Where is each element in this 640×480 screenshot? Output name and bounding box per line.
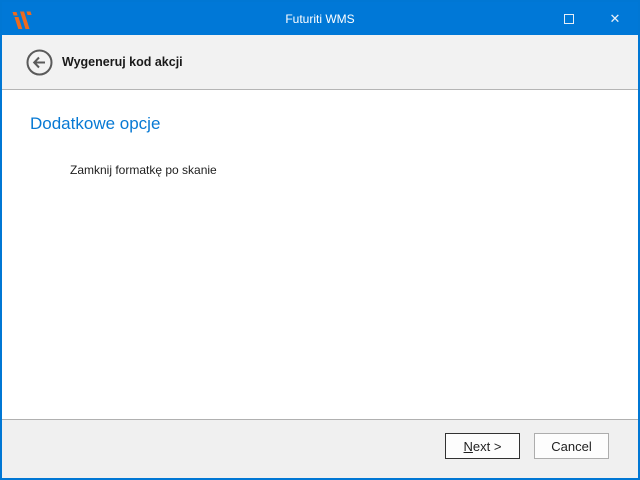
cancel-button[interactable]: Cancel — [534, 433, 609, 459]
footer-bar: Next > Cancel — [2, 419, 638, 478]
option-label: Zamknij formatkę po skanie — [70, 163, 217, 177]
titlebar: Futuriti WMS ✕ — [2, 2, 638, 35]
content-area: Dodatkowe opcje Zamknij formatkę po skan… — [2, 90, 638, 419]
page-heading: Dodatkowe opcje — [30, 114, 610, 134]
wizard-step-title: Wygeneruj kod akcji — [62, 55, 183, 69]
back-arrow-icon — [26, 49, 53, 76]
window-title: Futuriti WMS — [2, 12, 638, 26]
option-zamknij-formatke[interactable]: Zamknij formatkę po skanie — [70, 163, 610, 177]
wizard-header: Wygeneruj kod akcji — [2, 35, 638, 90]
maximize-button[interactable] — [546, 2, 592, 35]
close-icon: ✕ — [610, 12, 621, 25]
next-button[interactable]: Next > — [445, 433, 520, 459]
maximize-icon — [564, 14, 574, 24]
back-button[interactable] — [25, 48, 53, 76]
wizard-window: Futuriti WMS ✕ Wygeneruj kod akcji Dodat… — [0, 0, 640, 480]
close-button[interactable]: ✕ — [592, 2, 638, 35]
window-controls: ✕ — [546, 2, 638, 35]
futuriti-logo-icon — [10, 8, 34, 30]
